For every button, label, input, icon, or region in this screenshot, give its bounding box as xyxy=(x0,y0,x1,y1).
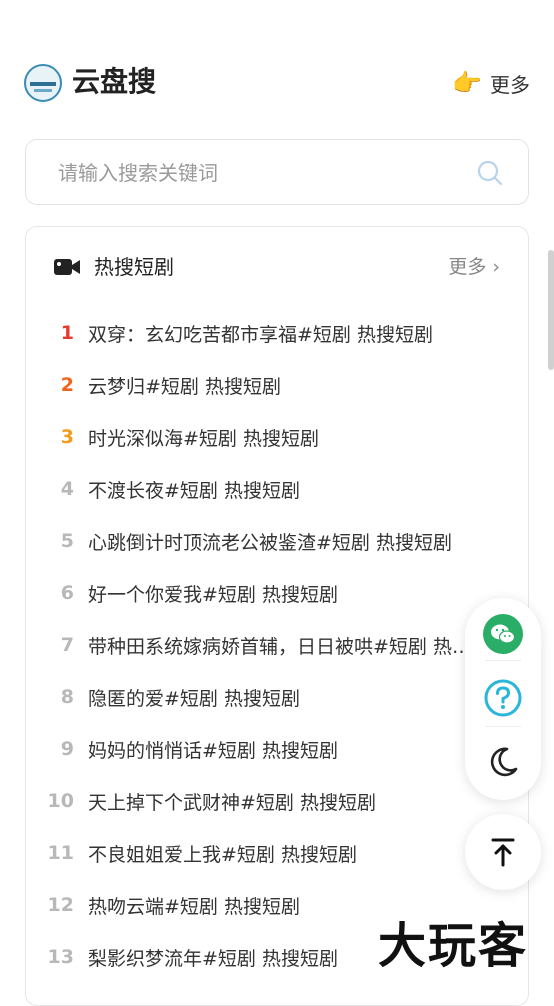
rank-number: 10 xyxy=(47,790,74,812)
item-title: 好一个你爱我#短剧 热搜短剧 xyxy=(88,583,338,606)
hot-dramas-card: 热搜短剧 更多 › 1 双穿：玄幻吃苦都市享福#短剧 热搜短剧 2 云梦归#短剧… xyxy=(25,226,529,1006)
rank-number: 8 xyxy=(60,686,74,708)
item-title: 隐匿的爱#短剧 热搜短剧 xyxy=(88,687,300,710)
item-title: 双穿：玄幻吃苦都市享福#短剧 热搜短剧 xyxy=(88,323,433,346)
list-item[interactable]: 3 时光深似海#短剧 热搜短剧 xyxy=(26,411,528,463)
card-more-link[interactable]: 更多 › xyxy=(448,251,500,283)
search-box xyxy=(25,139,529,205)
list-item[interactable]: 9 妈妈的悄悄话#短剧 热搜短剧 xyxy=(26,723,528,775)
list-item[interactable]: 8 隐匿的爱#短剧 热搜短剧 xyxy=(26,671,528,723)
scrollbar[interactable] xyxy=(548,250,554,370)
more-link-label: 更多 xyxy=(490,72,530,97)
header: 云盘搜 👉 更多 xyxy=(0,0,554,130)
item-title: 热吻云端#短剧 热搜短剧 xyxy=(88,895,300,918)
arrow-up-to-top-icon xyxy=(491,838,515,867)
item-title: 云梦归#短剧 热搜短剧 xyxy=(88,375,281,398)
list-item[interactable]: 5 心跳倒计时顶流老公被鉴渣#短剧 热搜短剧 xyxy=(26,515,528,567)
help-icon[interactable] xyxy=(483,678,523,718)
list-item[interactable]: 7 带种田系统嫁病娇首辅，日日被哄#短剧 热搜短剧 xyxy=(26,619,528,671)
search-input[interactable] xyxy=(56,154,460,192)
rank-number: 4 xyxy=(60,478,74,500)
card-header: 热搜短剧 更多 › xyxy=(26,247,528,287)
dark-mode-moon-icon[interactable] xyxy=(483,742,523,782)
item-title: 天上掉下个武财神#短剧 热搜短剧 xyxy=(88,791,376,814)
more-link[interactable]: 👉 更多 xyxy=(452,68,530,98)
rank-number: 13 xyxy=(47,946,74,968)
rank-number: 7 xyxy=(60,634,74,656)
card-title: 热搜短剧 xyxy=(94,255,174,279)
list-item[interactable]: 11 不良姐姐爱上我#短剧 热搜短剧 xyxy=(26,827,528,879)
search-icon[interactable] xyxy=(476,159,504,187)
pointing-hand-icon: 👉 xyxy=(452,69,482,97)
rank-number: 12 xyxy=(47,894,74,916)
rank-number: 6 xyxy=(60,582,74,604)
rank-number: 11 xyxy=(47,842,74,864)
rank-number: 3 xyxy=(60,426,74,448)
back-to-top-button[interactable] xyxy=(465,814,541,890)
watermark: 大玩客 xyxy=(378,918,529,974)
item-title: 妈妈的悄悄话#短剧 热搜短剧 xyxy=(88,739,338,762)
list-item[interactable]: 1 双穿：玄幻吃苦都市享福#短剧 热搜短剧 xyxy=(26,307,528,359)
rank-number: 5 xyxy=(60,530,74,552)
list-item[interactable]: 4 不渡长夜#短剧 热搜短剧 xyxy=(26,463,528,515)
list-item[interactable]: 10 天上掉下个武财神#短剧 热搜短剧 xyxy=(26,775,528,827)
floating-toolbar xyxy=(465,598,541,800)
item-title: 心跳倒计时顶流老公被鉴渣#短剧 热搜短剧 xyxy=(88,531,452,554)
video-camera-icon xyxy=(54,259,80,275)
item-title: 不良姐姐爱上我#短剧 热搜短剧 xyxy=(88,843,357,866)
wechat-icon[interactable] xyxy=(483,614,523,654)
rank-number: 9 xyxy=(60,738,74,760)
item-title: 不渡长夜#短剧 热搜短剧 xyxy=(88,479,300,502)
list-item[interactable]: 2 云梦归#短剧 热搜短剧 xyxy=(26,359,528,411)
item-title: 时光深似海#短剧 热搜短剧 xyxy=(88,427,319,450)
rank-number: 2 xyxy=(60,374,74,396)
rank-number: 1 xyxy=(60,322,74,344)
item-title: 带种田系统嫁病娇首辅，日日被哄#短剧 热搜短剧 xyxy=(88,635,488,658)
divider xyxy=(485,660,521,661)
site-title[interactable]: 云盘搜 xyxy=(72,62,156,102)
list-item[interactable]: 6 好一个你爱我#短剧 热搜短剧 xyxy=(26,567,528,619)
site-logo-icon[interactable] xyxy=(24,64,62,102)
divider xyxy=(485,726,521,727)
